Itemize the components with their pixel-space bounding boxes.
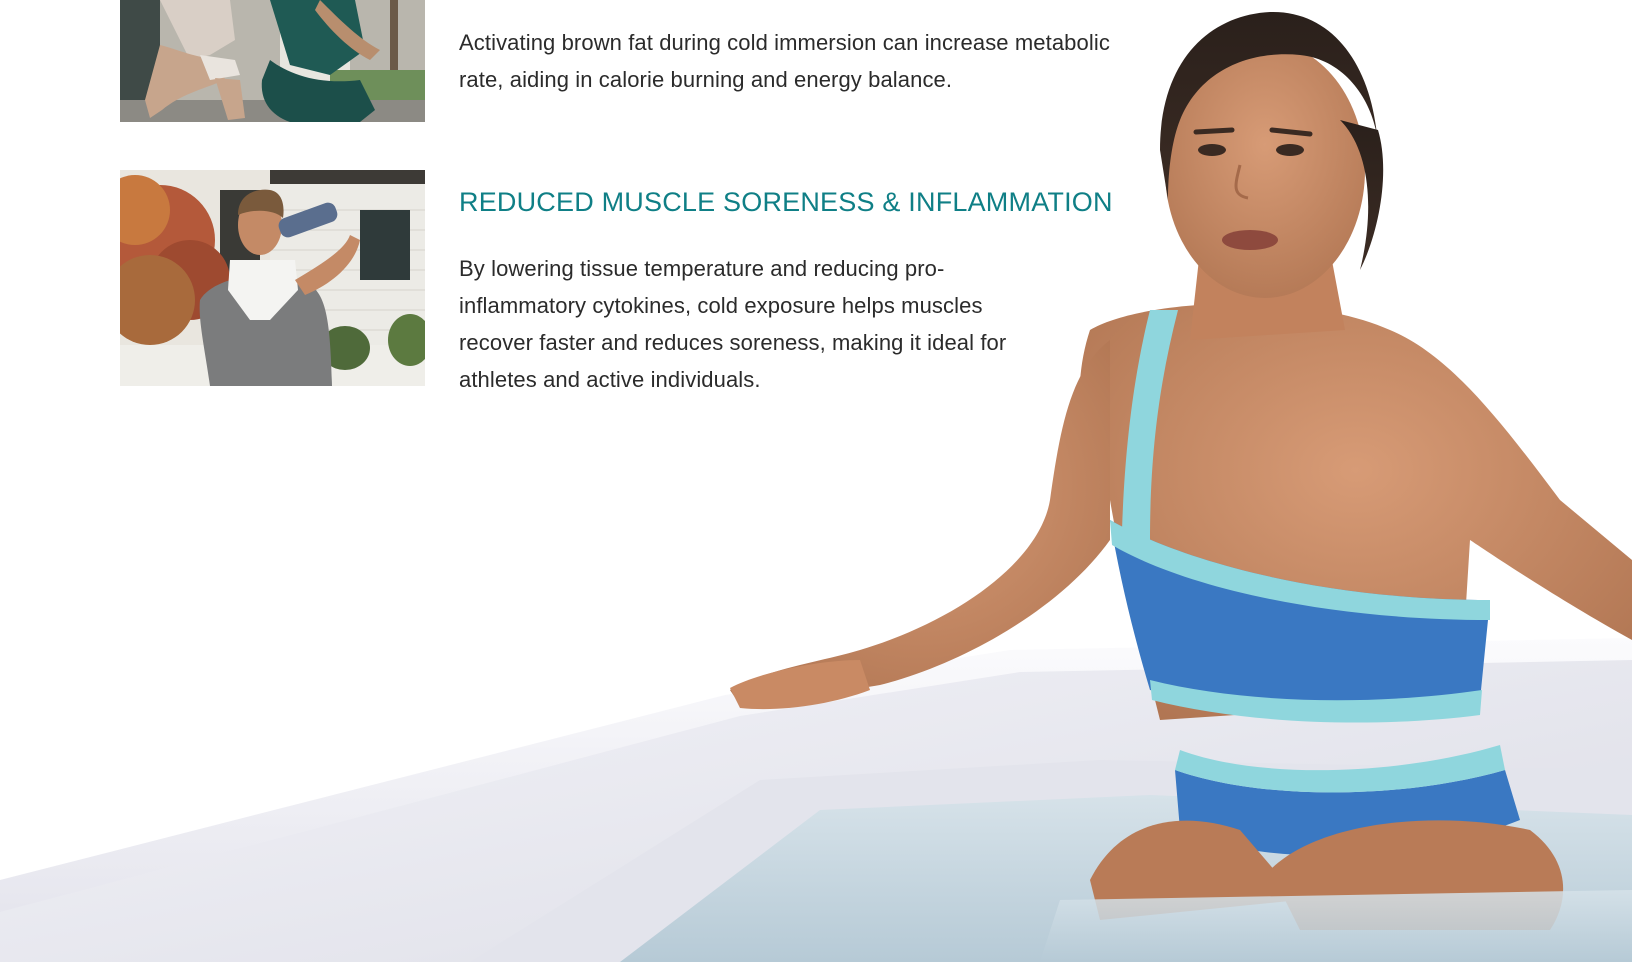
benefit-body: Activating brown fat during cold immersi… [459, 30, 1110, 92]
benefit-heading: REDUCED MUSCLE SORENESS & INFLAMMATION [459, 187, 1113, 217]
benefit-body: By lowering tissue temperature and reduc… [459, 256, 1007, 392]
benefits-section: Activating brown fat during cold immersi… [0, 0, 1632, 962]
squat-exercise-photo [120, 0, 425, 122]
man-drinking-water-photo [120, 170, 425, 386]
cold-plunge-hero-image [0, 11, 1632, 962]
